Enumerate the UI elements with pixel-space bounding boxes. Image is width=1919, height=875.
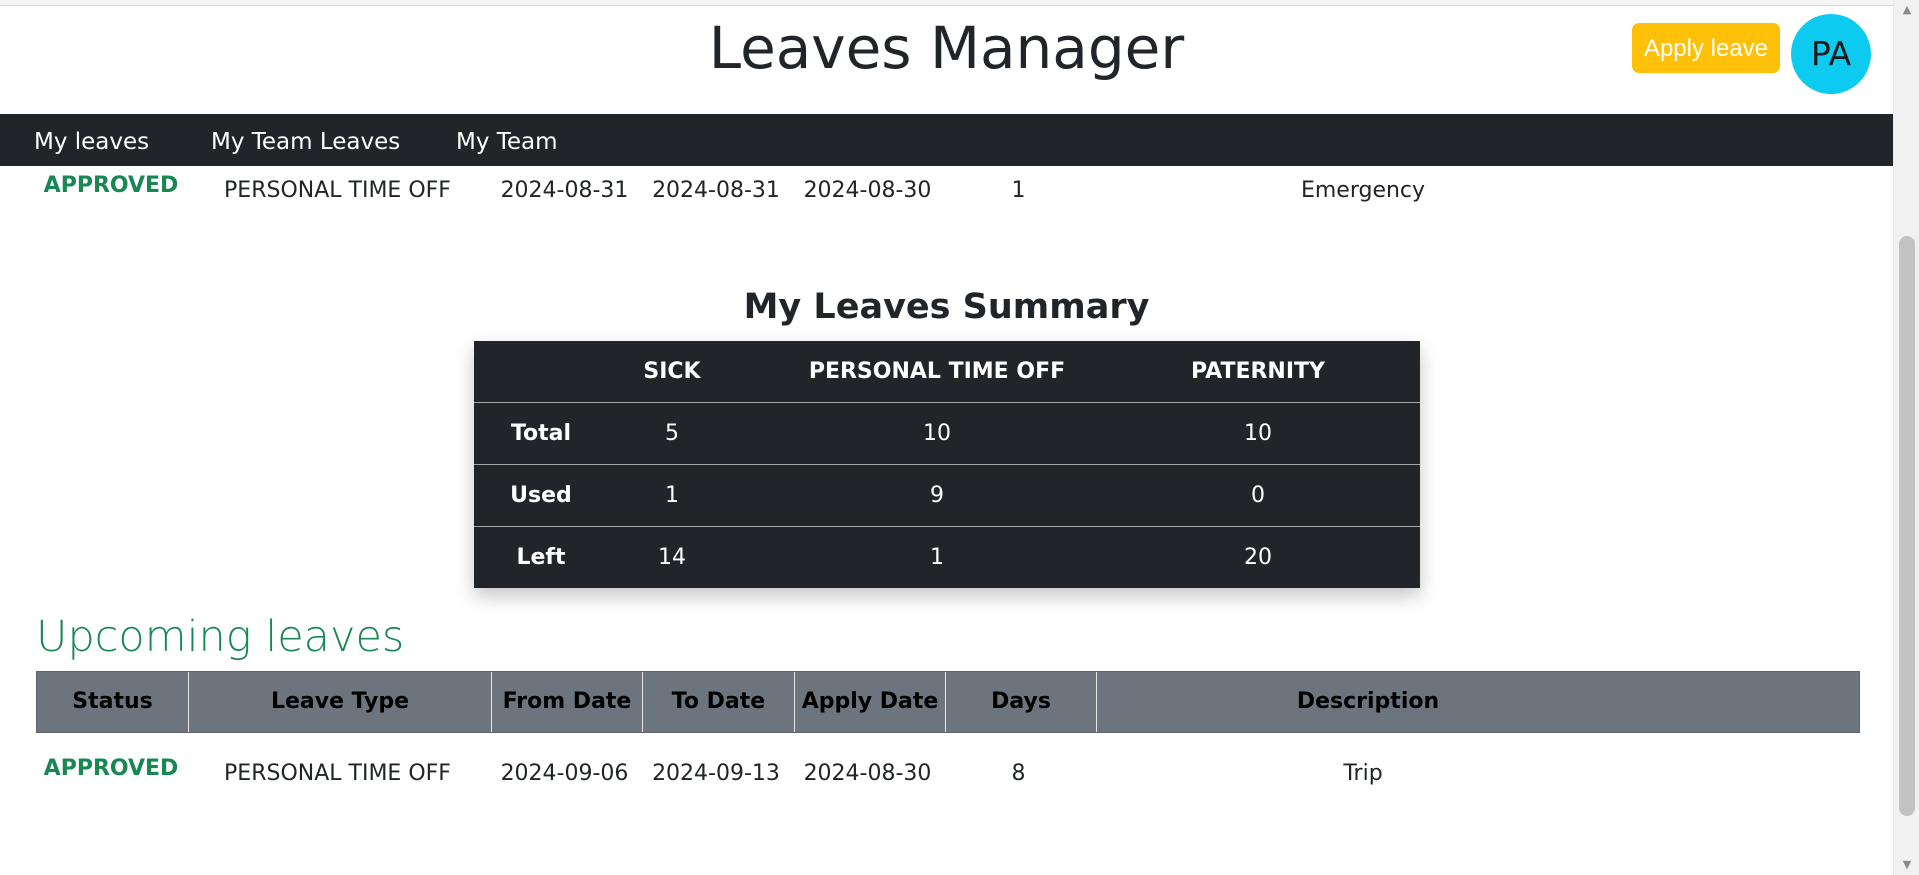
summary-value: 10 xyxy=(1244,421,1272,446)
summary-value: 0 xyxy=(1251,483,1265,508)
leave-type-cell: PERSONAL TIME OFF xyxy=(224,178,451,203)
apply-date-cell: 2024-08-30 xyxy=(803,761,932,786)
summary-row-left: Left 14 1 20 xyxy=(474,527,1420,588)
summary-header-row: SICK PERSONAL TIME OFF PATERNITY xyxy=(474,341,1420,403)
summary-value: 10 xyxy=(923,421,951,446)
upcoming-leave-row: APPROVED PERSONAL TIME OFF 2024-09-06 20… xyxy=(36,749,1860,799)
summary-value: 1 xyxy=(665,483,679,508)
summary-row-used: Used 1 9 0 xyxy=(474,465,1420,527)
summary-row-total: Total 5 10 10 xyxy=(474,403,1420,465)
scrollbar-thumb[interactable] xyxy=(1899,236,1915,816)
main-content: APPROVED PERSONAL TIME OFF 2024-08-31 20… xyxy=(0,166,1893,875)
nav-item-my-team[interactable]: My Team xyxy=(456,114,558,166)
summary-col-pto: PERSONAL TIME OFF xyxy=(808,359,1066,384)
app-header: Leaves Manager Apply leave PA xyxy=(0,5,1893,114)
from-date-cell: 2024-08-31 xyxy=(500,178,629,203)
column-header-to-date: To Date xyxy=(643,672,795,732)
summary-title: My Leaves Summary xyxy=(743,287,1150,327)
user-avatar[interactable]: PA xyxy=(1791,14,1871,94)
column-header-description: Description xyxy=(1296,689,1440,714)
status-badge: APPROVED xyxy=(43,173,179,198)
days-cell: 1 xyxy=(1011,178,1026,203)
summary-col-paternity: PATERNITY xyxy=(1191,359,1325,384)
upcoming-leaves-table-header: Status Leave Type From Date To Date Appl… xyxy=(36,671,1860,733)
summary-table: SICK PERSONAL TIME OFF PATERNITY Total 5… xyxy=(474,341,1420,588)
summary-value: 5 xyxy=(665,421,679,446)
to-date-cell: 2024-08-31 xyxy=(652,178,780,203)
column-header-status: Status xyxy=(37,672,189,732)
days-cell: 8 xyxy=(1011,761,1026,786)
leave-type-cell: PERSONAL TIME OFF xyxy=(224,761,451,786)
summary-row-label: Used xyxy=(510,483,572,508)
description-cell: Emergency xyxy=(1300,178,1426,203)
column-header-leave-type: Leave Type xyxy=(189,672,492,732)
main-navbar: My leaves My Team Leaves My Team xyxy=(0,114,1893,166)
column-header-from-date: From Date xyxy=(492,672,643,732)
summary-row-label: Total xyxy=(510,421,572,446)
page-title: Leaves Manager xyxy=(708,14,1185,82)
leave-row-previous: APPROVED PERSONAL TIME OFF 2024-08-31 20… xyxy=(36,166,1860,216)
nav-item-my-leaves[interactable]: My leaves xyxy=(34,114,149,166)
apply-leave-button[interactable]: Apply leave xyxy=(1632,23,1780,73)
summary-value: 20 xyxy=(1244,545,1272,570)
description-cell: Trip xyxy=(1343,761,1383,786)
summary-value: 9 xyxy=(930,483,944,508)
scroll-down-arrow-icon[interactable]: ▼ xyxy=(1894,859,1919,871)
page-scrollbar[interactable]: ▲ ▼ xyxy=(1893,0,1919,875)
column-header-apply-date: Apply Date xyxy=(795,672,946,732)
summary-row-label: Left xyxy=(516,545,566,570)
summary-col-sick: SICK xyxy=(643,359,701,384)
status-badge: APPROVED xyxy=(43,756,179,781)
scroll-up-arrow-icon[interactable]: ▲ xyxy=(1894,4,1919,16)
summary-value: 1 xyxy=(930,545,944,570)
nav-item-my-team-leaves[interactable]: My Team Leaves xyxy=(211,114,400,166)
upcoming-leaves-title: Upcoming leaves xyxy=(36,612,405,662)
column-header-days: Days xyxy=(946,672,1097,732)
apply-date-cell: 2024-08-30 xyxy=(803,178,932,203)
from-date-cell: 2024-09-06 xyxy=(500,761,629,786)
to-date-cell: 2024-09-13 xyxy=(652,761,780,786)
summary-value: 14 xyxy=(658,545,686,570)
